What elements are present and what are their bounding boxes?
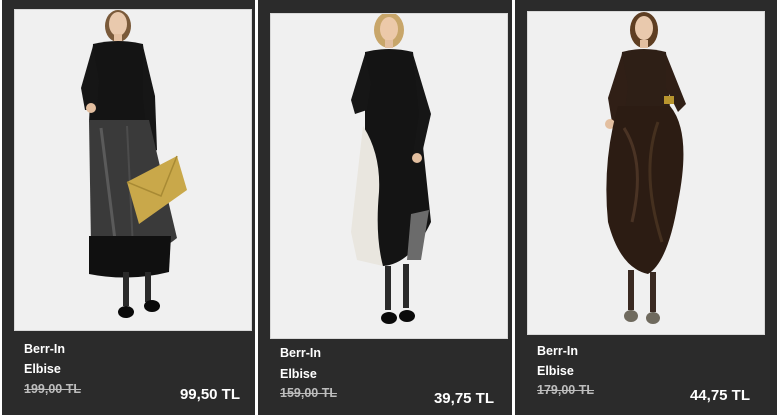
product-card[interactable]: Berr-In Elbise 199,00 TL 99,50 TL xyxy=(2,0,255,415)
old-price: 179,00 TL xyxy=(537,383,594,397)
old-price: 199,00 TL xyxy=(24,382,81,396)
product-type[interactable]: Elbise xyxy=(24,362,61,376)
product-brand[interactable]: Berr-In xyxy=(280,346,321,360)
sale-price: 39,75 TL xyxy=(433,390,494,407)
sale-price: 44,75 TL xyxy=(689,387,750,404)
product-type[interactable]: Elbise xyxy=(537,364,574,378)
old-price: 159,00 TL xyxy=(280,386,337,400)
product-image[interactable] xyxy=(527,11,765,335)
product-brand[interactable]: Berr-In xyxy=(537,344,578,358)
product-brand[interactable]: Berr-In xyxy=(24,342,65,356)
product-card[interactable]: Berr-In Elbise 179,00 TL 44,75 TL xyxy=(515,0,777,415)
product-type[interactable]: Elbise xyxy=(280,367,317,381)
product-image[interactable] xyxy=(270,13,508,339)
product-image[interactable] xyxy=(14,9,252,331)
product-card[interactable]: Berr-In Elbise 159,00 TL 39,75 TL xyxy=(258,0,512,415)
sale-price: 99,50 TL xyxy=(179,386,240,403)
